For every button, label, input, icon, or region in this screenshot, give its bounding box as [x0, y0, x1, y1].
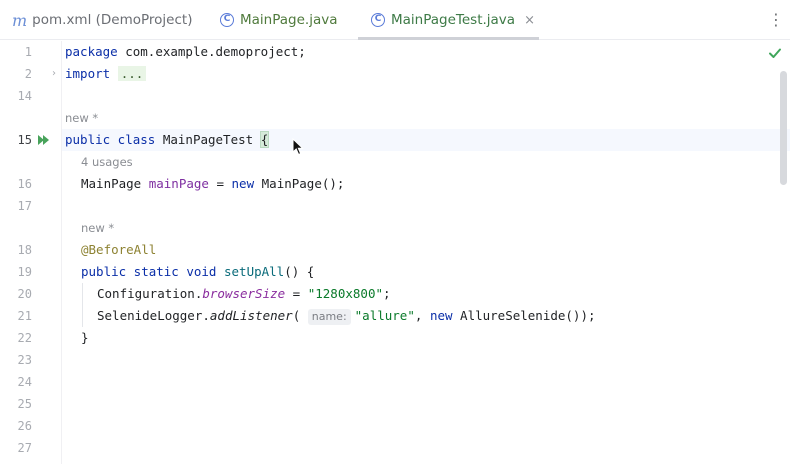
code-token: () {	[284, 264, 315, 279]
code-token: =	[208, 176, 232, 191]
code-editor[interactable]: 1 package com.example.demoproject; 2 › impor…	[0, 41, 790, 464]
code-vision-hint[interactable]: new *	[81, 217, 114, 239]
line-number[interactable]: 20	[0, 283, 32, 305]
code-token: MainPageTest	[162, 132, 261, 147]
line-number[interactable]: 18	[0, 239, 32, 261]
class-icon: C	[220, 13, 234, 27]
close-tab-icon[interactable]: ×	[524, 13, 535, 28]
editor-tab-bar: m pom.xml (DemoProject) C MainPage.java …	[0, 0, 790, 40]
inspection-ok-icon[interactable]	[768, 45, 782, 59]
code-token: "allure"	[354, 308, 415, 323]
code-token: "1280x800"	[307, 286, 383, 301]
code-line[interactable]: public class MainPageTest {	[65, 129, 270, 151]
code-line[interactable]: @BeforeAll	[81, 239, 156, 261]
line-number[interactable]: 1	[0, 41, 32, 63]
line-number[interactable]: 27	[0, 437, 32, 459]
line-number[interactable]: 16	[0, 173, 32, 195]
code-line[interactable]: SelenideLogger.addListener( name: "allure…	[97, 305, 596, 327]
tab-label: MainPage.java	[240, 12, 338, 28]
line-number[interactable]: 15	[0, 129, 32, 151]
code-token: public class	[65, 132, 163, 147]
code-token: import	[65, 66, 111, 81]
code-vision-hint[interactable]: 4 usages	[81, 151, 133, 173]
code-token: (	[292, 308, 308, 323]
line-number[interactable]: 14	[0, 85, 32, 107]
vertical-scrollbar[interactable]	[780, 71, 787, 185]
code-token: Configuration.	[97, 286, 203, 301]
code-token: MainPage	[81, 176, 149, 191]
folded-imports[interactable]: ...	[117, 66, 147, 81]
line-number[interactable]: 22	[0, 327, 32, 349]
indent-guide	[82, 283, 83, 327]
more-options-icon[interactable]: ⋮	[768, 10, 784, 30]
mouse-pointer-icon	[292, 137, 304, 156]
line-number[interactable]: 19	[0, 261, 32, 283]
code-line[interactable]: Configuration.browserSize = "1280x800";	[97, 283, 391, 305]
code-token: com.example.demoproject;	[125, 44, 306, 59]
code-token: }	[81, 330, 89, 345]
line-number[interactable]: 17	[0, 195, 32, 217]
code-token: addListener	[209, 308, 293, 323]
code-token: ,	[414, 308, 430, 323]
line-number[interactable]: 24	[0, 371, 32, 393]
code-token: @BeforeAll	[81, 242, 157, 257]
tab-mainpage-java[interactable]: C MainPage.java	[220, 0, 338, 40]
line-number[interactable]: 25	[0, 393, 32, 415]
code-token: AllureSelenide());	[460, 308, 596, 323]
code-line[interactable]: import ...	[65, 63, 147, 85]
code-line[interactable]: package com.example.demoproject;	[65, 41, 306, 63]
line-number[interactable]: 21	[0, 305, 32, 327]
code-token: MainPage();	[261, 176, 345, 191]
code-token: setUpAll	[224, 264, 285, 279]
run-tests-icon[interactable]	[37, 129, 50, 151]
code-token: public static void	[81, 264, 224, 279]
code-token: new	[231, 176, 262, 191]
parameter-hint[interactable]: name:	[307, 309, 351, 325]
code-token: package	[65, 44, 126, 59]
code-line[interactable]: MainPage mainPage = new MainPage();	[81, 173, 344, 195]
tab-label: MainPageTest.java	[391, 12, 516, 28]
line-number[interactable]: 23	[0, 349, 32, 371]
code-token: {	[259, 131, 270, 148]
tab-mainpagetest-java[interactable]: C MainPageTest.java ×	[358, 0, 539, 40]
code-vision-hint[interactable]: new *	[65, 107, 98, 129]
code-token: ;	[383, 286, 391, 301]
line-number[interactable]: 26	[0, 415, 32, 437]
code-token: mainPage	[148, 176, 209, 191]
maven-icon: m	[12, 10, 28, 30]
code-token: =	[285, 286, 308, 301]
code-token: browserSize	[202, 286, 286, 301]
class-icon: C	[371, 13, 385, 27]
code-line[interactable]: public static void setUpAll() {	[81, 261, 314, 283]
fold-expand-icon[interactable]: ›	[52, 63, 60, 85]
code-line[interactable]: }	[81, 327, 89, 349]
tab-label: pom.xml (DemoProject)	[32, 12, 193, 28]
code-token: SelenideLogger.	[97, 308, 210, 323]
tab-pom-xml[interactable]: m pom.xml (DemoProject)	[12, 0, 192, 40]
code-token: new	[429, 308, 461, 323]
line-number[interactable]: 2	[0, 63, 32, 85]
